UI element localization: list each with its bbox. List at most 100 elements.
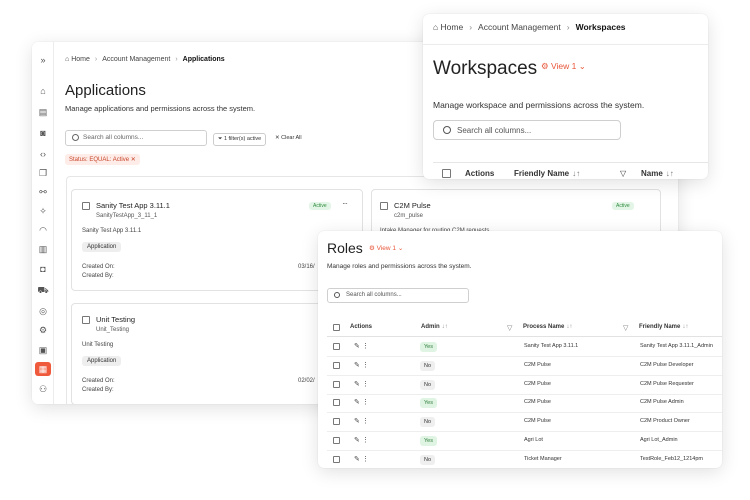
more-options-icon[interactable]: ⋮ xyxy=(362,399,369,406)
search-input[interactable]: Search all columns... xyxy=(65,130,207,146)
more-options-icon[interactable]: ⋮ xyxy=(362,437,369,444)
card-checkbox[interactable] xyxy=(82,316,90,324)
sort-icon[interactable]: ↓↑ xyxy=(572,169,580,178)
bar-chart-icon[interactable]: ▥ xyxy=(37,243,49,255)
view-selector[interactable]: ⚙ View 1 ⌄ xyxy=(369,244,403,252)
process-name-cell: C2M Pulse xyxy=(524,399,551,406)
page-title: Roles xyxy=(327,240,363,256)
row-actions: ✎ ⋮ xyxy=(354,361,369,369)
page-subtitle: Manage roles and permissions across the … xyxy=(327,263,472,270)
camera-icon[interactable]: ◙ xyxy=(37,127,49,139)
table-row[interactable]: ✎ ⋮ Yes C2M Pulse C2M Pulse Admin xyxy=(327,394,722,414)
more-options-icon[interactable]: ⋮ xyxy=(362,456,369,463)
code-icon[interactable]: ‹› xyxy=(37,148,49,160)
created-date: 03/16/ xyxy=(298,264,315,270)
apps-grid-icon[interactable]: ▦ xyxy=(35,362,51,376)
column-label: Admin xyxy=(421,324,440,330)
share-icon[interactable]: ⚯ xyxy=(37,186,49,198)
column-friendly-name[interactable]: Friendly Name ↓↑ xyxy=(514,169,580,178)
more-options-icon[interactable]: ··· xyxy=(342,199,348,208)
more-options-icon[interactable]: ⋮ xyxy=(362,343,369,350)
user-add-icon[interactable]: ⚇ xyxy=(37,383,49,395)
card-checkbox[interactable] xyxy=(82,202,90,210)
robot-icon[interactable]: ◘ xyxy=(37,263,49,275)
table-row[interactable]: ✎ ⋮ No C2M Pulse C2M Product Owner xyxy=(327,413,722,433)
clear-all-button[interactable]: ✕ Clear All xyxy=(275,135,302,141)
card-code: SanityTestApp_3_11_1 xyxy=(96,213,158,219)
home-icon[interactable]: ⌂ xyxy=(37,85,49,97)
card-code: Unit_Testing xyxy=(96,327,130,333)
sort-icon[interactable]: ↓↑ xyxy=(682,324,688,330)
document-icon[interactable]: ▤ xyxy=(37,106,49,118)
layers-icon[interactable]: ❐ xyxy=(37,167,49,179)
search-input[interactable]: Search all columns... xyxy=(327,288,469,303)
breadcrumb-section[interactable]: Account Management xyxy=(102,56,170,63)
card-title: Unit Testing xyxy=(96,315,136,324)
collapse-sidebar-icon[interactable]: » xyxy=(37,54,49,66)
select-all-checkbox[interactable] xyxy=(442,169,451,178)
gear-icon[interactable]: ⚙ xyxy=(37,324,49,336)
table-row[interactable]: ✎ ⋮ No C2M Pulse C2M Pulse Requester xyxy=(327,376,722,395)
view-label: View 1 xyxy=(551,61,577,71)
edit-icon[interactable]: ✎ xyxy=(354,343,360,350)
edit-icon[interactable]: ✎ xyxy=(354,381,360,388)
row-checkbox[interactable] xyxy=(333,455,340,463)
table-row[interactable]: ✎ ⋮ No Ticket Manager TestRole_Feb12_1214pm xyxy=(327,451,722,468)
remove-filter-icon[interactable]: ✕ xyxy=(131,157,136,163)
column-friendly-name[interactable]: Friendly Name ↓↑ xyxy=(639,324,688,330)
status-chip-label: Status: EQUAL: Active xyxy=(69,157,130,163)
select-all-checkbox[interactable] xyxy=(333,324,340,331)
edit-icon[interactable]: ✎ xyxy=(354,456,360,463)
table-row[interactable]: ✎ ⋮ Yes Agri Lot Agri Lot_Admin xyxy=(327,432,722,451)
breadcrumb-home[interactable]: Home xyxy=(71,56,90,63)
briefcase-icon[interactable]: ▣ xyxy=(37,344,49,356)
more-options-icon[interactable]: ⋮ xyxy=(362,362,369,369)
row-checkbox[interactable] xyxy=(333,437,340,444)
card-checkbox[interactable] xyxy=(380,202,388,210)
breadcrumb-section[interactable]: Account Management xyxy=(478,22,561,32)
sort-icon[interactable]: ↓↑ xyxy=(442,324,448,330)
status-badge: Active xyxy=(612,202,634,210)
edit-icon[interactable]: ✎ xyxy=(354,362,360,369)
column-name[interactable]: Name ↓↑ xyxy=(641,169,674,178)
row-checkbox[interactable] xyxy=(333,399,340,407)
row-checkbox[interactable] xyxy=(333,418,340,426)
row-checkbox[interactable] xyxy=(333,361,340,369)
search-placeholder: Search all columns... xyxy=(346,292,402,298)
card-title: Sanity Test App 3.11.1 xyxy=(96,201,170,210)
row-checkbox[interactable] xyxy=(333,380,340,388)
filter-icon[interactable]: ▽ xyxy=(507,324,512,332)
edit-icon[interactable]: ✎ xyxy=(354,418,360,425)
cart-icon[interactable]: ⛟ xyxy=(37,284,49,296)
rss-icon[interactable]: ◠ xyxy=(37,224,49,236)
row-checkbox[interactable] xyxy=(333,343,340,350)
edit-icon[interactable]: ✎ xyxy=(354,437,360,444)
column-label: Name xyxy=(641,169,663,178)
view-selector[interactable]: ⚙ View 1 ⌄ xyxy=(541,61,586,72)
sparkle-icon[interactable]: ✧ xyxy=(37,205,49,217)
friendly-name-cell: Agri Lot_Admin xyxy=(640,437,678,443)
process-name-cell: Ticket Manager xyxy=(524,455,562,462)
user-icon[interactable]: ◎ xyxy=(37,305,49,317)
filter-icon[interactable]: ▽ xyxy=(620,169,626,178)
filter-label: 1 filter(s) active xyxy=(223,136,262,142)
column-admin[interactable]: Admin ↓↑ xyxy=(421,324,448,330)
search-input[interactable]: Search all columns... xyxy=(433,120,621,140)
more-options-icon[interactable]: ⋮ xyxy=(362,418,369,425)
filter-icon[interactable]: ▽ xyxy=(623,324,628,332)
chevron-down-icon: ⌄ xyxy=(397,245,404,252)
table-row[interactable]: ✎ ⋮ Yes Sanity Test App 3.11.1 Sanity Test … xyxy=(327,338,722,357)
breadcrumb-current: Workspaces xyxy=(575,22,626,32)
sort-icon[interactable]: ↓↑ xyxy=(566,324,572,330)
friendly-name-cell: Sanity Test App 3.11.1_Admin xyxy=(640,343,713,349)
more-options-icon[interactable]: ⋮ xyxy=(362,381,369,388)
sort-icon[interactable]: ↓↑ xyxy=(666,169,674,178)
column-label: Actions xyxy=(465,169,495,178)
filter-button[interactable]: ⏷ 1 filter(s) active xyxy=(213,133,267,146)
table-row[interactable]: ✎ ⋮ No C2M Pulse C2M Pulse Developer xyxy=(327,357,722,376)
edit-icon[interactable]: ✎ xyxy=(354,399,360,406)
column-process-name[interactable]: Process Name ↓↑ xyxy=(523,324,572,330)
breadcrumb-home[interactable]: Home xyxy=(441,22,464,32)
breadcrumb-current: Applications xyxy=(182,56,225,63)
column-actions: Actions xyxy=(465,169,494,178)
